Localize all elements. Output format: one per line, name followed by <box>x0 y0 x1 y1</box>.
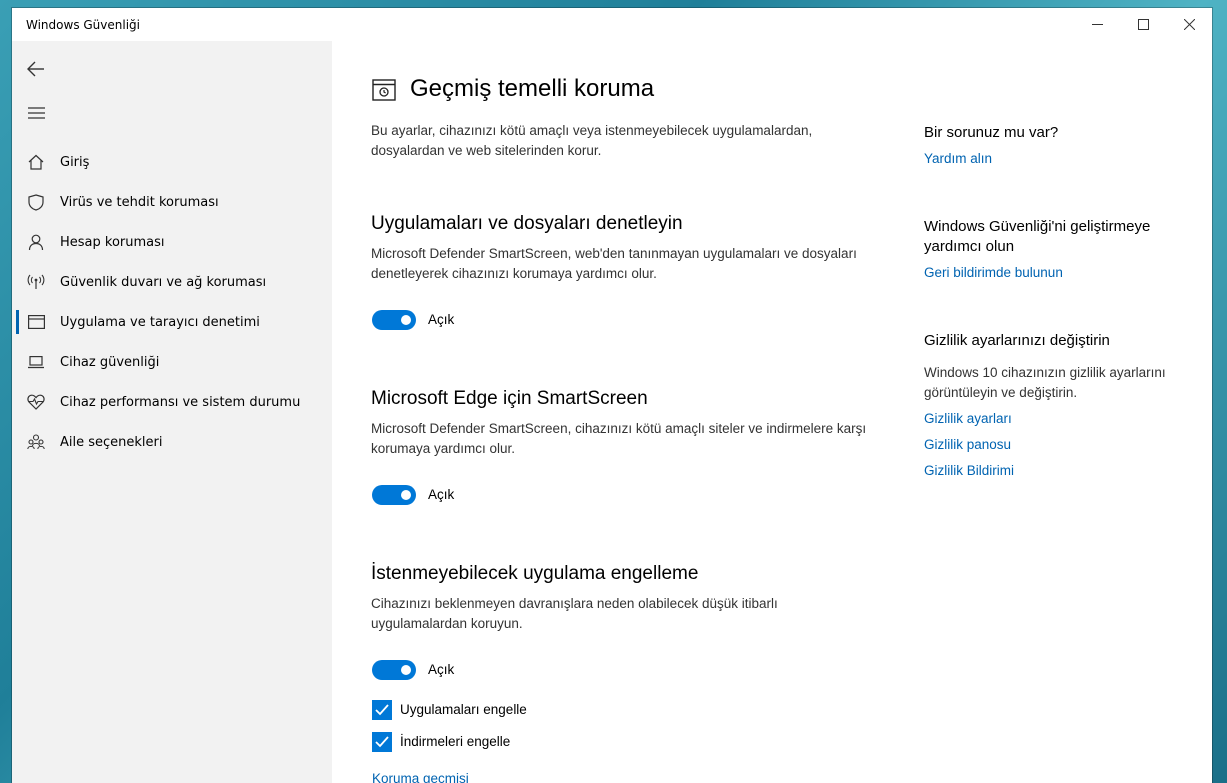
section-title-pua-blocking: İstenmeyebilecek uygulama engelleme <box>371 563 699 584</box>
improve-heading: Windows Güvenliği'ni geliştirmeye yardım… <box>924 218 1151 255</box>
page-description: Bu ayarlar, cihazınızı kötü amaçlı veya … <box>371 123 813 158</box>
page-title: Geçmiş temelli koruma <box>410 75 655 102</box>
privacy-dashboard-link[interactable]: Gizlilik panosu <box>924 437 1011 452</box>
toggle-knob <box>401 665 411 675</box>
pua-blocking-toggle-label: Açık <box>428 662 455 677</box>
edge-smartscreen-toggle-label: Açık <box>428 487 455 502</box>
shield-icon <box>12 182 60 222</box>
scrollbar[interactable] <box>1206 41 1212 783</box>
title-bar[interactable]: Windows Güvenliği <box>12 8 1212 41</box>
sidebar-item-device-security[interactable]: Cihaz güvenliği <box>12 342 332 382</box>
hamburger-icon <box>27 107 45 119</box>
section-title-check-apps: Uygulamaları ve dosyaları denetleyin <box>371 213 683 234</box>
sidebar-item-family-options[interactable]: Aile seçenekleri <box>12 422 332 462</box>
edge-smartscreen-toggle[interactable] <box>372 485 416 505</box>
heart-pulse-icon <box>12 382 60 422</box>
sidebar-item-label: Cihaz güvenliği <box>60 354 160 370</box>
back-button[interactable] <box>12 49 60 89</box>
family-icon <box>12 422 60 462</box>
toggle-knob <box>401 490 411 500</box>
close-icon <box>1183 19 1195 30</box>
section-description-check-apps: Microsoft Defender SmartScreen, web'den … <box>371 246 857 281</box>
block-apps-label: Uygulamaları engelle <box>400 702 527 717</box>
section-description-pua-blocking: Cihazınızı beklenmeyen davranışlara nede… <box>371 596 778 631</box>
pua-blocking-toggle[interactable] <box>372 660 416 680</box>
minimize-icon <box>1091 24 1103 25</box>
privacy-settings-link[interactable]: Gizlilik ayarları <box>924 411 1012 426</box>
maximize-icon <box>1137 19 1149 30</box>
privacy-heading: Gizlilik ayarlarınızı değiştirin <box>924 332 1110 349</box>
protection-history-link[interactable]: Koruma geçmişi <box>372 771 469 783</box>
toggle-knob <box>401 315 411 325</box>
sidebar-item-label: Hesap koruması <box>60 234 165 250</box>
sidebar-item-device-performance[interactable]: Cihaz performansı ve sistem durumu <box>12 382 332 422</box>
privacy-text: Windows 10 cihazınızın gizlilik ayarları… <box>924 365 1166 400</box>
home-icon <box>12 142 60 182</box>
sidebar-item-label: Aile seçenekleri <box>60 434 163 450</box>
section-description-edge-smartscreen: Microsoft Defender SmartScreen, cihazını… <box>371 421 867 456</box>
back-arrow-icon <box>27 61 44 77</box>
block-downloads-label: İndirmeleri engelle <box>400 734 511 749</box>
checkmark-icon <box>375 704 389 716</box>
help-heading: Bir sorunuz mu var? <box>924 124 1059 141</box>
window-title: Windows Güvenliği <box>26 18 140 32</box>
close-button[interactable] <box>1166 8 1212 41</box>
checkmark-icon <box>375 736 389 748</box>
privacy-statement-link[interactable]: Gizlilik Bildirimi <box>924 463 1014 478</box>
sidebar-item-app-browser-control[interactable]: Uygulama ve tarayıcı denetimi <box>12 302 332 342</box>
sidebar-item-label: Uygulama ve tarayıcı denetimi <box>60 314 260 330</box>
sidebar-item-virus-protection[interactable]: Virüs ve tehdit koruması <box>12 182 332 222</box>
sidebar-item-account-protection[interactable]: Hesap koruması <box>12 222 332 262</box>
sidebar: Giriş Virüs ve tehdit koruması Hesap kor… <box>12 41 332 783</box>
maximize-button[interactable] <box>1120 8 1166 41</box>
history-protection-icon <box>372 79 396 105</box>
hamburger-menu-button[interactable] <box>12 93 60 133</box>
person-icon <box>12 222 60 262</box>
browser-window-icon <box>12 302 60 342</box>
sidebar-item-label: Virüs ve tehdit koruması <box>60 194 219 210</box>
main-content: Geçmiş temelli koruma Bu ayarlar, cihazı… <box>332 41 1212 783</box>
sidebar-item-home[interactable]: Giriş <box>12 142 332 182</box>
laptop-icon <box>12 342 60 382</box>
get-help-link[interactable]: Yardım alın <box>924 151 992 166</box>
sidebar-item-label: Cihaz performansı ve sistem durumu <box>60 394 301 410</box>
check-apps-toggle[interactable] <box>372 310 416 330</box>
block-downloads-checkbox[interactable] <box>372 732 392 752</box>
check-apps-toggle-label: Açık <box>428 312 455 327</box>
sidebar-item-firewall[interactable]: Güvenlik duvarı ve ağ koruması <box>12 262 332 302</box>
minimize-button[interactable] <box>1074 8 1120 41</box>
antenna-icon <box>12 262 60 302</box>
sidebar-item-label: Güvenlik duvarı ve ağ koruması <box>60 274 267 290</box>
block-apps-checkbox[interactable] <box>372 700 392 720</box>
feedback-link[interactable]: Geri bildirimde bulunun <box>924 265 1063 280</box>
app-window: Windows Güvenliği Giriş Virüs ve tehdit … <box>12 8 1212 783</box>
section-title-edge-smartscreen: Microsoft Edge için SmartScreen <box>371 388 648 409</box>
sidebar-item-label: Giriş <box>60 154 90 170</box>
